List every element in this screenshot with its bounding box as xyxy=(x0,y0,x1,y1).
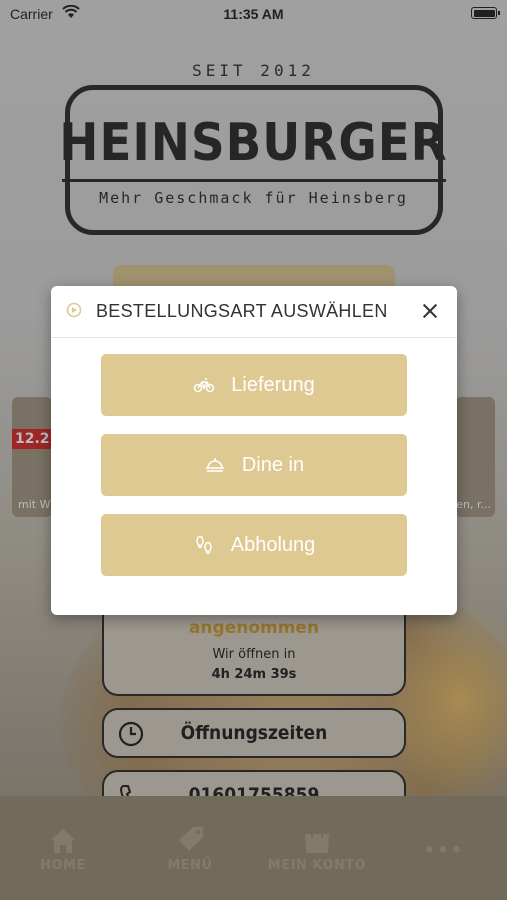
close-icon[interactable] xyxy=(415,296,445,326)
order-type-dialog: BESTELLUNGSART AUSWÄHLEN Lieferung Dine … xyxy=(51,286,457,615)
footsteps-icon xyxy=(195,535,212,554)
delivery-label: Lieferung xyxy=(231,373,315,396)
dialog-title: BESTELLUNGSART AUSWÄHLEN xyxy=(96,301,388,321)
dialog-header: BESTELLUNGSART AUSWÄHLEN xyxy=(51,286,457,338)
pickup-label: Abholung xyxy=(230,533,316,556)
dish-icon xyxy=(205,458,224,472)
compass-icon xyxy=(66,302,82,318)
bicycle-icon xyxy=(194,378,215,393)
dine-in-label: Dine in xyxy=(241,453,305,476)
dine-in-button[interactable]: Dine in xyxy=(101,434,407,496)
pickup-button[interactable]: Abholung xyxy=(101,514,407,576)
delivery-button[interactable]: Lieferung xyxy=(101,354,407,416)
